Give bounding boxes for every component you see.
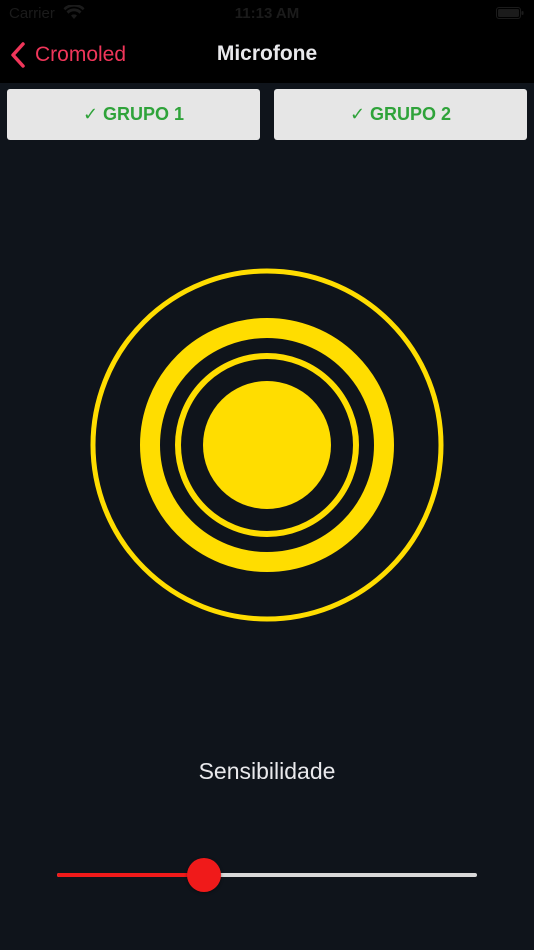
checkmark-icon: ✓: [349, 104, 366, 124]
group-2-label: GRUPO 2: [370, 104, 452, 124]
sensitivity-label: Sensibilidade: [198, 758, 336, 784]
center-dot: [203, 381, 331, 509]
status-bar: Carrier 11:13 AM: [0, 0, 534, 28]
slider-fill: [57, 873, 204, 877]
battery-icon: [496, 7, 524, 19]
navigation-bar: Cromoled Microfone: [0, 28, 534, 83]
sensitivity-slider[interactable]: [57, 855, 477, 895]
checkmark-icon: ✓: [82, 104, 99, 124]
group-2-button[interactable]: ✓ GRUPO 2: [274, 89, 527, 140]
group-1-button[interactable]: ✓ GRUPO 1: [7, 89, 260, 140]
sound-visualizer: [90, 268, 444, 622]
slider-thumb[interactable]: [187, 858, 221, 892]
page-title: Microfone: [216, 42, 318, 65]
group-1-label: GRUPO 1: [103, 104, 185, 124]
status-time: 11:13 AM: [234, 5, 300, 22]
